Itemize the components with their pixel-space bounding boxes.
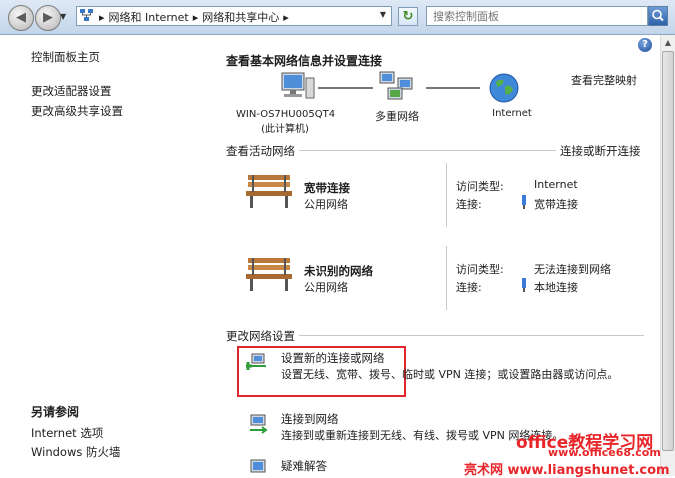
connect-to-network-link[interactable]: 连接到网络 (281, 411, 339, 427)
breadcrumb-network-internet[interactable]: 网络和 Internet (109, 11, 189, 24)
breadcrumb-separator-icon: ▸ (283, 11, 289, 24)
breadcrumb-separator-icon: ▸ (192, 11, 199, 24)
network-category-link[interactable]: 公用网络 (304, 196, 348, 212)
network-name[interactable]: 未识别的网络 (304, 263, 373, 279)
access-type-label: 访问类型: (456, 180, 504, 193)
connector-line (426, 87, 480, 89)
setup-new-connection-link[interactable]: 设置新的连接或网络 (281, 350, 385, 366)
connection-label: 连接: (456, 281, 482, 294)
public-network-bench-icon (246, 175, 292, 208)
see-also-windows-firewall[interactable]: Windows 防火墙 (31, 444, 121, 460)
view-full-map-link[interactable]: 查看完整映射 (571, 72, 637, 88)
network-category-link[interactable]: 公用网络 (304, 279, 348, 295)
connection-label: 连接: (456, 198, 482, 211)
breadcrumb: ▸ 网络和 Internet ▸ 网络和共享中心 ▸ (99, 9, 293, 25)
connect-to-network-icon (250, 414, 268, 434)
watermark-site: 亮术网 www.liangshunet.com (464, 463, 670, 478)
connection-value-link[interactable]: 宽带连接 (534, 196, 578, 212)
connector-line (318, 87, 373, 89)
help-icon[interactable]: ? (638, 38, 652, 52)
setup-new-connection-desc: 设置无线、宽带、拨号、临时或 VPN 连接；或设置路由器或访问点。 (281, 368, 619, 381)
title-bar: ◀ ▶ ▼ ▸ 网络和 Internet ▸ 网络和共享中心 ▸ ▼ ↻ (0, 0, 675, 35)
refresh-button[interactable]: ↻ (398, 7, 418, 26)
node-internet-label: Internet (492, 108, 532, 119)
network-name[interactable]: 宽带连接 (304, 180, 350, 196)
active-networks-title: 查看活动网络 (226, 143, 299, 159)
internet-globe-icon[interactable] (488, 72, 520, 104)
troubleshoot-link[interactable]: 疑难解答 (281, 458, 327, 474)
watermark-url: www.office68.com (548, 446, 661, 459)
back-button[interactable]: ◀ (8, 5, 34, 31)
forward-button[interactable]: ▶ (35, 5, 61, 31)
node-computer-label: WIN-OS7HU005QT4 (此计算机) (236, 109, 336, 135)
computer-sub-label: (此计算机) (261, 124, 309, 135)
history-dropdown-icon[interactable]: ▼ (60, 12, 66, 21)
local-connection-icon (522, 278, 526, 292)
public-network-bench-icon (246, 258, 292, 291)
see-also-title: 另请参阅 (31, 405, 80, 419)
address-dropdown-icon[interactable]: ▼ (380, 10, 386, 19)
multiple-networks-icon[interactable] (374, 70, 424, 106)
network-icon (80, 9, 93, 21)
address-bar[interactable]: ▸ 网络和 Internet ▸ 网络和共享中心 ▸ ▼ (76, 6, 392, 26)
scroll-thumb[interactable] (662, 51, 674, 451)
breadcrumb-network-sharing-center[interactable]: 网络和共享中心 (202, 11, 279, 24)
node-multiple-networks-label: 多重网络 (375, 110, 419, 123)
access-type-label: 访问类型: (456, 263, 504, 276)
access-type-value: 无法连接到网络 (534, 263, 611, 276)
sidebar-item-change-advanced-sharing[interactable]: 更改高级共享设置 (31, 103, 123, 119)
search-input[interactable] (433, 8, 633, 24)
troubleshoot-icon (250, 459, 266, 473)
access-type-value: Internet (534, 178, 578, 191)
page-title: 查看基本网络信息并设置连接 (226, 54, 383, 68)
computer-name: WIN-OS7HU005QT4 (236, 109, 336, 120)
search-box[interactable] (426, 6, 648, 26)
change-network-settings-title: 更改网络设置 (226, 328, 299, 344)
connection-value-link[interactable]: 本地连接 (534, 279, 578, 295)
broadband-connection-icon (522, 195, 526, 209)
vertical-scrollbar[interactable]: ▲ (660, 35, 675, 476)
network-divider (446, 246, 447, 310)
new-connection-icon (246, 353, 266, 370)
sidebar-item-control-panel-home[interactable]: 控制面板主页 (31, 49, 100, 65)
search-button[interactable] (648, 6, 668, 26)
scroll-up-arrow-icon[interactable]: ▲ (661, 35, 675, 50)
breadcrumb-separator-icon: ▸ (99, 11, 105, 24)
connect-disconnect-link[interactable]: 连接或断开连接 (556, 143, 645, 159)
sidebar-item-change-adapter-settings[interactable]: 更改适配器设置 (31, 83, 112, 99)
network-divider (446, 163, 447, 227)
search-icon (652, 9, 664, 22)
see-also-internet-options[interactable]: Internet 选项 (31, 425, 103, 441)
